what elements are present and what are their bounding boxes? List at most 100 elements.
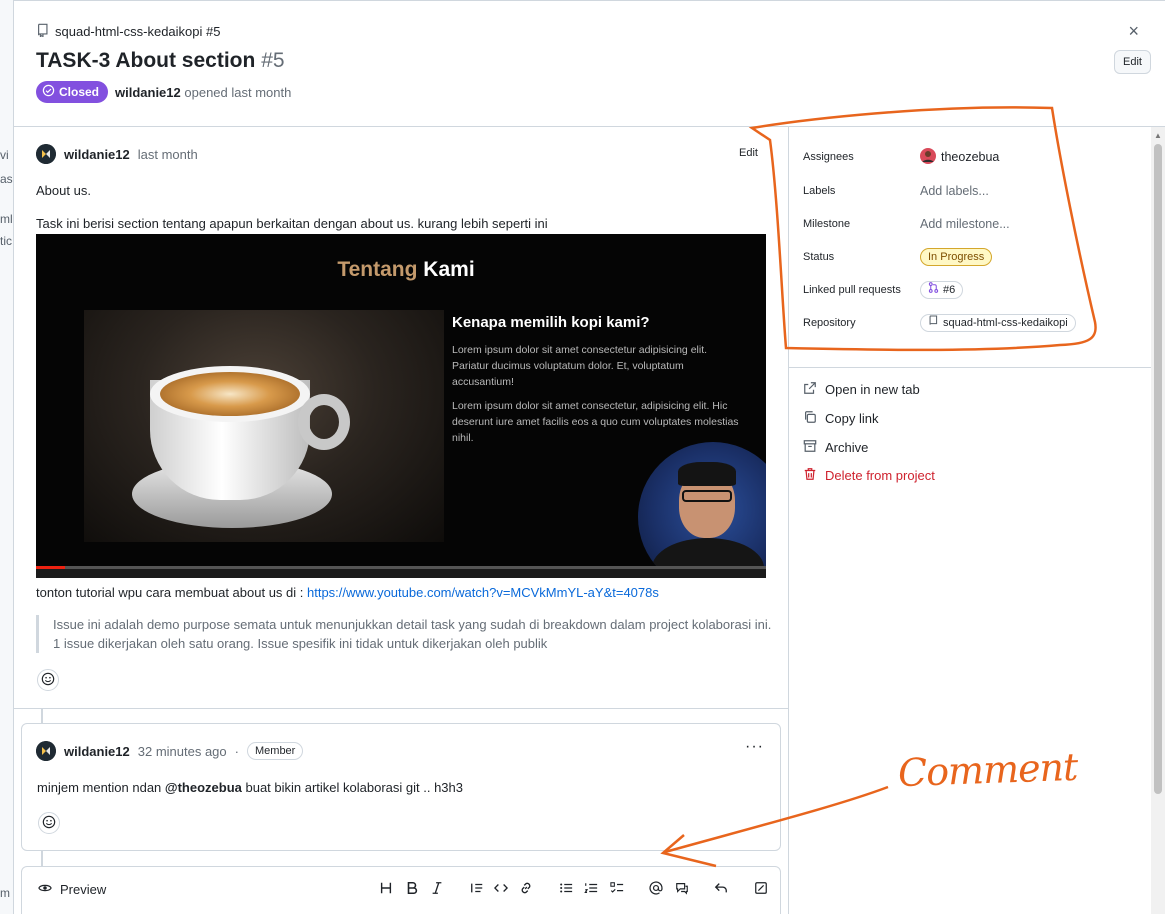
user-mention[interactable]: @theozebua bbox=[165, 780, 242, 795]
copy-link-button[interactable]: Copy link bbox=[803, 408, 878, 428]
edit-comment-button[interactable]: Edit bbox=[739, 147, 758, 159]
quote-icon[interactable] bbox=[467, 878, 487, 898]
repository-badge[interactable]: squad-html-css-kedaikopi bbox=[920, 314, 1076, 332]
quote-line: Issue ini adalah demo purpose semata unt… bbox=[53, 617, 772, 632]
embedded-screenshot[interactable]: Tentang Kami Kenapa memilih kopi kami? L… bbox=[36, 234, 766, 578]
coffee-photo bbox=[84, 310, 444, 542]
archive-icon bbox=[803, 439, 817, 456]
bullet-list-icon[interactable] bbox=[556, 878, 576, 898]
opened-text: opened last month bbox=[184, 85, 292, 100]
pull-request-icon bbox=[928, 282, 939, 298]
delete-from-project-button[interactable]: Delete from project bbox=[803, 465, 935, 485]
copy-icon bbox=[803, 410, 817, 427]
add-reaction-button[interactable] bbox=[38, 812, 60, 834]
smiley-icon bbox=[42, 815, 56, 832]
role-badge: Member bbox=[247, 742, 304, 760]
action-label: Archive bbox=[825, 439, 869, 455]
open-in-new-tab-button[interactable]: Open in new tab bbox=[803, 379, 920, 399]
embed-lorem: Lorem ipsum dolor sit amet consectetur a… bbox=[452, 344, 708, 388]
milestone-label: Milestone bbox=[803, 218, 851, 230]
external-link-icon bbox=[803, 381, 817, 398]
embed-subtitle: Kenapa memilih kopi kami? bbox=[452, 314, 650, 331]
action-label: Open in new tab bbox=[825, 381, 920, 397]
close-icon: × bbox=[1128, 21, 1139, 41]
background-page: vi as ml- tic m bbox=[0, 0, 14, 914]
linked-pr-label: Linked pull requests bbox=[803, 284, 901, 296]
comment-time[interactable]: last month bbox=[138, 147, 198, 162]
body-text: buat bikin artikel kolaborasi git .. h3h… bbox=[241, 780, 464, 795]
add-reaction-button[interactable] bbox=[37, 669, 59, 691]
mention-icon[interactable] bbox=[646, 878, 666, 898]
bold-icon[interactable] bbox=[402, 878, 422, 898]
trash-icon bbox=[803, 467, 817, 484]
link-prefix: tonton tutorial wpu cara membuat about u… bbox=[36, 585, 307, 600]
assignee-avatar bbox=[920, 147, 936, 167]
timeline-line bbox=[41, 851, 43, 866]
status-row[interactable]: Status In Progress bbox=[803, 247, 1103, 267]
scrollbar-thumb[interactable] bbox=[1154, 144, 1162, 794]
issue-title: TASK-3 About section bbox=[36, 49, 256, 72]
archive-button[interactable]: Archive bbox=[803, 437, 868, 457]
linked-pr-badge[interactable]: #6 bbox=[920, 281, 964, 299]
embed-lorem: Lorem ipsum dolor sit amet consectetur, … bbox=[452, 400, 739, 444]
assignee-name: theozebua bbox=[941, 150, 1000, 164]
comment-body: minjem mention ndan @theozebua buat biki… bbox=[37, 780, 463, 795]
status-badge: In Progress bbox=[920, 248, 993, 266]
assignees-row[interactable]: Assignees theozebua bbox=[803, 147, 1103, 167]
main-column: wildanie12 last month Edit About us. Tas… bbox=[14, 127, 789, 914]
reference-icon[interactable] bbox=[672, 878, 692, 898]
kebab-menu-icon[interactable]: ··· bbox=[745, 738, 764, 756]
coffee-shape bbox=[160, 372, 300, 416]
labels-row[interactable]: Labels Add labels... bbox=[803, 181, 1103, 201]
preview-tab[interactable]: Preview bbox=[38, 881, 106, 898]
comment-author[interactable]: wildanie12 bbox=[64, 744, 130, 759]
close-button[interactable]: × bbox=[1128, 21, 1139, 42]
opened-author[interactable]: wildanie12 bbox=[115, 85, 181, 100]
edit-title-button[interactable]: Edit bbox=[1114, 50, 1151, 74]
youtube-link[interactable]: https://www.youtube.com/watch?v=MCVkMmYL… bbox=[307, 585, 659, 600]
task-list-icon[interactable] bbox=[607, 878, 627, 898]
fullscreen-icon[interactable] bbox=[751, 878, 771, 898]
sidebar: Assignees theozebua Labels Add labels...… bbox=[789, 127, 1165, 914]
repository-row[interactable]: Repository squad-html-css-kedaikopi bbox=[803, 313, 1103, 333]
comment-time[interactable]: 32 minutes ago bbox=[138, 744, 227, 759]
bg-text: vi bbox=[0, 148, 9, 162]
smiley-icon bbox=[41, 672, 55, 689]
numbered-list-icon[interactable] bbox=[581, 878, 601, 898]
comment-author[interactable]: wildanie12 bbox=[64, 147, 130, 162]
repo-name: squad-html-css-kedaikopi #5 bbox=[55, 24, 221, 39]
milestone-row[interactable]: Milestone Add milestone... bbox=[803, 214, 1103, 234]
page-title: TASK-3 About section #5 bbox=[36, 49, 285, 73]
linked-pr-row[interactable]: Linked pull requests #6 bbox=[803, 280, 1103, 300]
issue-header: squad-html-css-kedaikopi #5 TASK-3 About… bbox=[14, 1, 1165, 127]
linked-pr-number: #6 bbox=[943, 284, 956, 296]
undo-icon[interactable] bbox=[711, 878, 731, 898]
issue-number: #5 bbox=[261, 49, 285, 72]
comment-paragraph: tonton tutorial wpu cara membuat about u… bbox=[36, 585, 659, 600]
cup-handle-shape bbox=[298, 394, 350, 450]
repo-link[interactable]: squad-html-css-kedaikopi #5 bbox=[36, 23, 220, 40]
divider bbox=[789, 367, 1151, 368]
status-label: Status bbox=[803, 251, 835, 263]
video-controls[interactable] bbox=[36, 569, 766, 578]
avatar[interactable] bbox=[36, 144, 56, 164]
heading-icon[interactable] bbox=[376, 878, 396, 898]
bg-text: m bbox=[0, 886, 10, 900]
separator-dot: · bbox=[234, 743, 239, 759]
action-label: Copy link bbox=[825, 410, 879, 426]
presenter-webcam bbox=[638, 442, 766, 578]
labels-label: Labels bbox=[803, 185, 836, 197]
state-label: Closed bbox=[59, 85, 100, 99]
quote-line: 1 issue dikerjakan oleh satu orang. Issu… bbox=[53, 636, 548, 651]
italic-icon[interactable] bbox=[427, 878, 447, 898]
scroll-up-arrow-icon[interactable]: ▲ bbox=[1154, 131, 1162, 140]
code-icon[interactable] bbox=[491, 878, 511, 898]
comment-paragraph: Task ini berisi section tentang apapun b… bbox=[36, 216, 548, 231]
presenter-hair bbox=[678, 462, 736, 486]
link-icon[interactable] bbox=[516, 878, 536, 898]
assignees-label: Assignees bbox=[803, 151, 854, 163]
embed-title-a: Tentang bbox=[337, 258, 418, 281]
avatar[interactable] bbox=[36, 741, 56, 761]
scrollbar[interactable]: ▲ bbox=[1151, 127, 1165, 914]
comment-paragraph: About us. bbox=[36, 183, 91, 198]
